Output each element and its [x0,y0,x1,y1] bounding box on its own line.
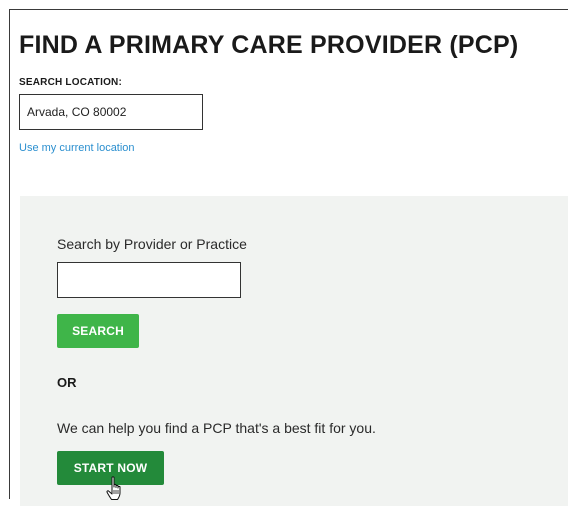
search-location-label: SEARCH LOCATION: [19,77,123,88]
pcp-help-text: We can help you find a PCP that's a best… [57,420,376,436]
provider-search-input[interactable] [57,262,241,298]
search-button[interactable]: SEARCH [57,314,139,348]
provider-search-label: Search by Provider or Practice [57,236,247,252]
provider-search-panel: Search by Provider or Practice SEARCH OR… [20,196,568,506]
use-current-location-link[interactable]: Use my current location [19,142,135,154]
page-title: FIND A PRIMARY CARE PROVIDER (PCP) [19,31,519,59]
or-divider-text: OR [57,375,77,390]
content-frame: FIND A PRIMARY CARE PROVIDER (PCP) SEARC… [9,9,568,506]
search-location-input[interactable] [19,94,203,130]
hand-pointer-icon [106,476,121,500]
